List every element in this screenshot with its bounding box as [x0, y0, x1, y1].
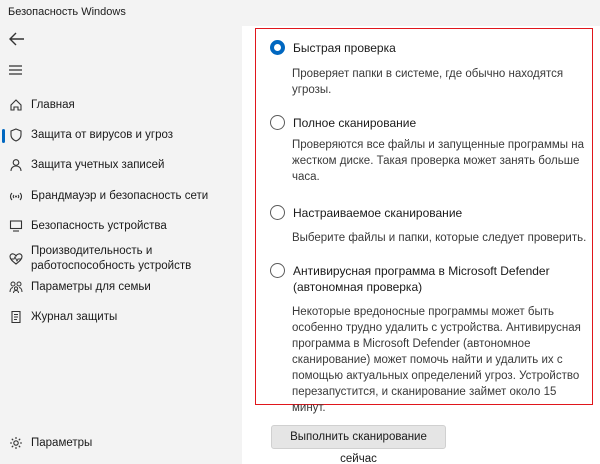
home-icon: [9, 98, 23, 112]
radio-button[interactable]: [270, 40, 285, 55]
sidebar-item-firewall[interactable]: Брандмауэр и безопасность сети: [0, 185, 242, 209]
sidebar-item-label: Журнал защиты: [31, 311, 118, 323]
sidebar-item-protection-history[interactable]: Журнал защиты: [0, 306, 242, 330]
sidebar-item-settings[interactable]: Параметры: [0, 432, 242, 456]
sidebar-item-home[interactable]: Главная: [0, 94, 242, 118]
sidebar-item-label: Брандмауэр и безопасность сети: [31, 190, 209, 202]
monitor-icon: [9, 219, 23, 233]
sidebar-item-device-security[interactable]: Безопасность устройства: [0, 215, 242, 239]
title-bar: Безопасность Windows: [0, 0, 600, 26]
wifi-icon: [9, 189, 23, 203]
history-icon: [9, 310, 23, 324]
option-description: Проверяются все файлы и запущенные прогр…: [292, 139, 584, 183]
hamburger-icon: [9, 65, 22, 75]
option-label: Полное сканирование: [293, 116, 417, 130]
sidebar-item-label: Параметры: [31, 437, 93, 449]
back-arrow-icon: [9, 32, 24, 46]
radio-button[interactable]: [270, 263, 285, 278]
heart-icon: [9, 252, 23, 266]
gear-icon: [9, 436, 23, 450]
sidebar-item-label: Главная: [31, 99, 75, 111]
sidebar-item-virus-protection[interactable]: Защита от вирусов и угроз: [0, 124, 242, 148]
person-icon: [9, 158, 23, 172]
family-icon: [9, 280, 23, 294]
radio-button[interactable]: [270, 205, 285, 220]
menu-button[interactable]: [8, 63, 24, 77]
sidebar-item-account-protection[interactable]: Защита учетных записей: [0, 154, 242, 178]
option-description: Выберите файлы и папки, которые следует …: [292, 232, 587, 244]
window-title: Безопасность Windows: [8, 6, 126, 18]
sidebar-item-label: Параметры для семьи: [31, 281, 151, 293]
sidebar-item-performance[interactable]: Производительность и работоспособность у…: [0, 244, 242, 274]
option-label: Антивирусная программа в Microsoft Defen…: [293, 264, 550, 294]
option-description: Проверяет папки в системе, где обычно на…: [292, 68, 564, 96]
option-description: Некоторые вредоносные программы может бы…: [292, 306, 581, 414]
sidebar-item-label: Защита учетных записей: [31, 159, 165, 171]
sidebar-item-label: Производительность и работоспособность у…: [31, 245, 192, 272]
sidebar-item-label: Безопасность устройства: [31, 220, 167, 232]
option-label: Быстрая проверка: [293, 41, 396, 55]
radio-button[interactable]: [270, 115, 285, 130]
sidebar-item-label: Защита от вирусов и угроз: [31, 129, 174, 141]
scan-now-button[interactable]: Выполнить сканирование сейчас: [271, 425, 446, 464]
back-button[interactable]: [8, 31, 26, 47]
sidebar-item-family[interactable]: Параметры для семьи: [0, 276, 242, 300]
shield-icon: [9, 128, 23, 142]
option-label: Настраиваемое сканирование: [293, 206, 463, 220]
